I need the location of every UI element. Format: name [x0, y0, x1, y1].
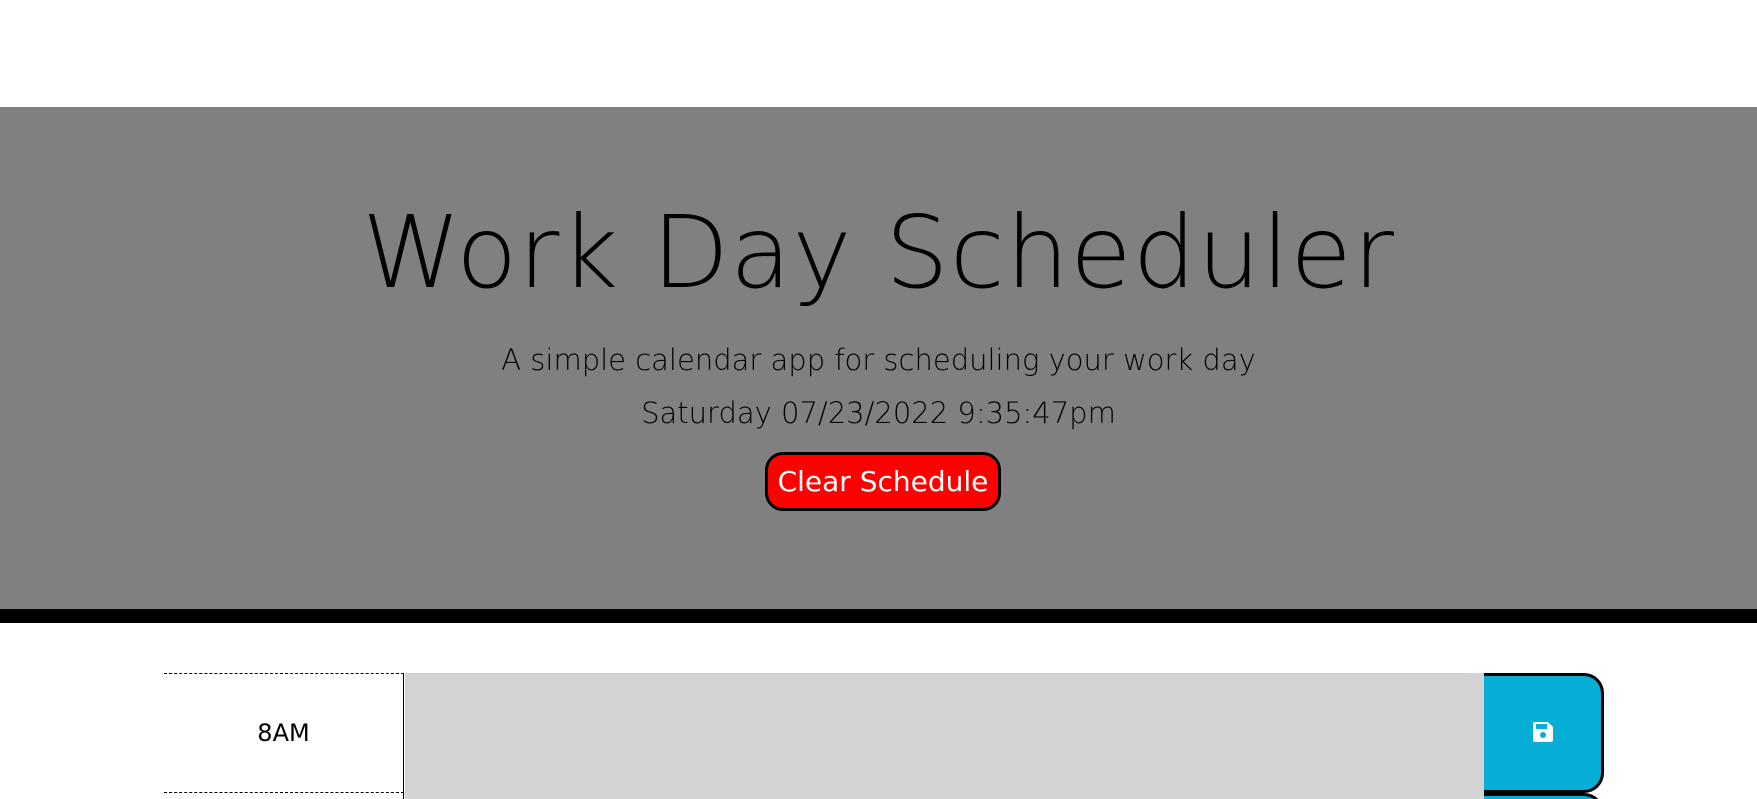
next-save-button-partial[interactable] — [1484, 793, 1604, 799]
page-subtitle: A simple calendar app for scheduling you… — [501, 343, 1256, 377]
next-hour-label-partial — [164, 793, 404, 799]
jumbotron-header: Work Day Scheduler A simple calendar app… — [0, 107, 1757, 623]
page-title: Work Day Scheduler — [362, 194, 1395, 311]
clear-schedule-button[interactable]: Clear Schedule — [765, 452, 1001, 511]
current-day: Saturday 07/23/2022 9:35:47pm — [641, 396, 1116, 430]
time-block-row: 8AM — [164, 673, 1604, 793]
floppy-disk-icon — [1531, 720, 1555, 747]
hour-label: 8AM — [164, 673, 404, 793]
page: Work Day Scheduler A simple calendar app… — [0, 0, 1757, 799]
event-description-input[interactable] — [404, 673, 1484, 793]
next-event-description-partial[interactable] — [404, 793, 1484, 799]
save-button[interactable] — [1484, 673, 1604, 793]
